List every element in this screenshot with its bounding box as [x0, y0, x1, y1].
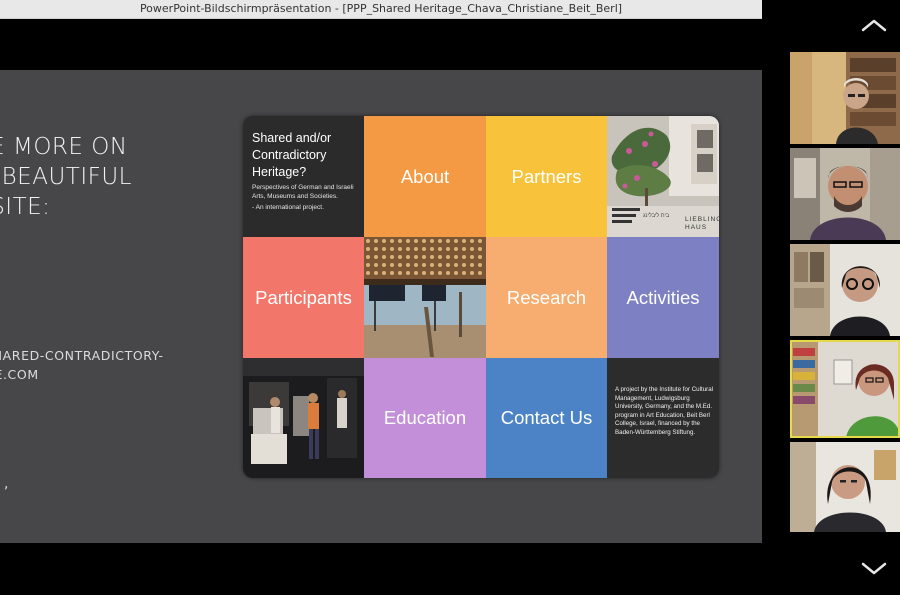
- website-title-tile: Shared and/or Contradictory Heritage? Pe…: [243, 116, 364, 237]
- tile-partners: Partners: [486, 116, 607, 237]
- liebling-haus-photo: בית ליבלינג LIEBLING HAUS: [607, 116, 719, 237]
- window-title: PowerPoint-Bildschirmpräsentation - [PPP…: [139, 2, 623, 15]
- participant-video-4-active-speaker[interactable]: [790, 340, 900, 438]
- courtyard-image: [364, 237, 486, 358]
- slide-url-line: W.SHARED-CONTRADICTORY-: [0, 348, 164, 363]
- project-info-tile: A project by the Institute for Cultural …: [607, 358, 719, 478]
- slide-heading-line: EBSITE:: [0, 194, 51, 220]
- website-title: Shared and/or Contradictory Heritage?: [252, 131, 332, 179]
- tile-research: Research: [486, 237, 607, 358]
- slide-heading-line: UR BEAUTIFUL: [0, 164, 132, 190]
- participant-video-5[interactable]: [790, 442, 900, 532]
- tile-education: Education: [364, 358, 486, 478]
- window-titlebar: PowerPoint-Bildschirmpräsentation - [PPP…: [0, 0, 762, 19]
- project-description: A project by the Institute for Cultural …: [615, 386, 714, 436]
- presentation-top-margin: [0, 19, 762, 70]
- tile-contact-us: Contact Us: [486, 358, 607, 478]
- website-screenshot-grid: Shared and/or Contradictory Heritage? Pe…: [243, 116, 719, 478]
- museum-photo: [243, 358, 364, 478]
- slide-heading-line: SEE MORE ON: [0, 134, 128, 160]
- participant-video-3[interactable]: [790, 244, 900, 336]
- slide-website-url: W.SHARED-CONTRADICTORY- TAGE.COM: [0, 346, 164, 384]
- presentation-bottom-margin: [0, 543, 762, 595]
- presentation-slide: SEE MORE ON UR BEAUTIFUL EBSITE: W.SHARE…: [0, 70, 762, 543]
- liebling-haus-sign: LIEBLING HAUS: [685, 216, 719, 231]
- participant-video-1[interactable]: [790, 52, 900, 144]
- slide-heading: SEE MORE ON UR BEAUTIFUL EBSITE:: [0, 132, 190, 222]
- chevron-down-icon[interactable]: [858, 558, 890, 578]
- participant-video-2[interactable]: [790, 148, 900, 240]
- tile-activities: Activities: [607, 237, 719, 358]
- slide-url-line: TAGE.COM: [0, 367, 39, 382]
- museum-image: [243, 358, 364, 478]
- tile-about: About: [364, 116, 486, 237]
- svg-text:בית ליבלינג: בית ליבלינג: [643, 212, 670, 219]
- courtyard-photo: [364, 237, 486, 358]
- website-subtitle: Perspectives of German and Israeli Arts,…: [252, 184, 354, 200]
- slide-stray-comma: ,: [4, 476, 9, 492]
- chevron-up-icon[interactable]: [858, 16, 890, 36]
- tile-participants: Participants: [243, 237, 364, 358]
- website-subtitle-2: - An international project.: [252, 204, 324, 211]
